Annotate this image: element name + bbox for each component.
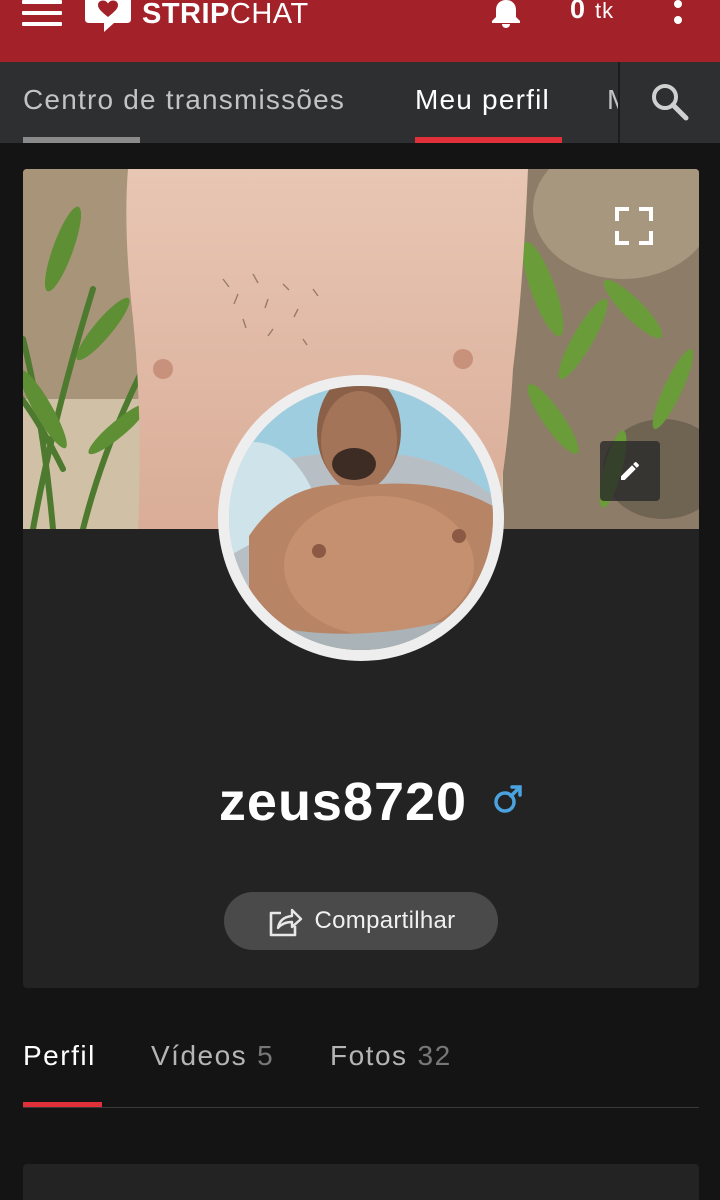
search-button[interactable] [618, 62, 720, 143]
share-button-label: Compartilhar [314, 907, 456, 934]
tab-photos-count: 32 [417, 1040, 452, 1071]
avatar-image [229, 386, 493, 650]
kebab-menu-icon[interactable] [670, 0, 686, 32]
tab-scroll-indicator [23, 137, 140, 143]
profile-tabs: Perfil Vídeos 5 Fotos 32 [23, 1030, 699, 1108]
tab-my-profile[interactable]: Meu perfil [415, 62, 562, 143]
stripchat-logo[interactable]: STRIPCHAT [84, 0, 309, 34]
avatar-photo [229, 386, 493, 650]
search-icon [652, 84, 689, 121]
bell-icon[interactable] [490, 0, 522, 28]
username: zeus8720 [218, 772, 468, 832]
token-unit: tk [595, 0, 615, 23]
edit-cover-button[interactable] [600, 441, 660, 501]
logo-text: STRIPCHAT [142, 0, 309, 29]
tab-videos[interactable]: Vídeos 5 [151, 1040, 274, 1072]
tab-broadcast-center-label: Centro de transmissões [23, 84, 346, 115]
token-count: 0 [570, 0, 586, 24]
tab-my-profile-label: Meu perfil [415, 84, 550, 115]
menu-icon[interactable] [22, 0, 62, 30]
username-row: zeus8720 [23, 767, 699, 837]
top-bar: STRIPCHAT 0 tk [0, 0, 720, 62]
expand-icon[interactable] [615, 207, 653, 245]
share-button[interactable]: Compartilhar [224, 892, 498, 950]
tab-profile-label: Perfil [23, 1040, 96, 1071]
avatar[interactable] [218, 375, 504, 661]
pencil-icon [621, 461, 639, 480]
tab-active-underline [415, 137, 562, 143]
tab-photos[interactable]: Fotos 32 [330, 1040, 452, 1072]
share-icon [269, 908, 302, 937]
tab-broadcast-center[interactable]: Centro de transmissões [23, 62, 345, 143]
token-balance[interactable]: 0 tk [570, 0, 614, 25]
tab-photos-label: Fotos [330, 1040, 408, 1071]
male-symbol-icon [494, 785, 522, 813]
stripchat-logo-icon [85, 0, 131, 32]
main-nav-tabs: Centro de transmissões Meu perfil M [0, 62, 720, 143]
tab-videos-count: 5 [257, 1040, 275, 1071]
profile-card: zeus8720 Compartilhar [23, 169, 699, 988]
logo-text-light: CHAT [229, 0, 309, 30]
profile-details-card [23, 1164, 699, 1200]
tab-profile[interactable]: Perfil [23, 1040, 96, 1072]
logo-text-bold: STRIP [142, 0, 230, 30]
tab-videos-label: Vídeos [151, 1040, 248, 1071]
profile-tab-active-underline [23, 1102, 102, 1107]
